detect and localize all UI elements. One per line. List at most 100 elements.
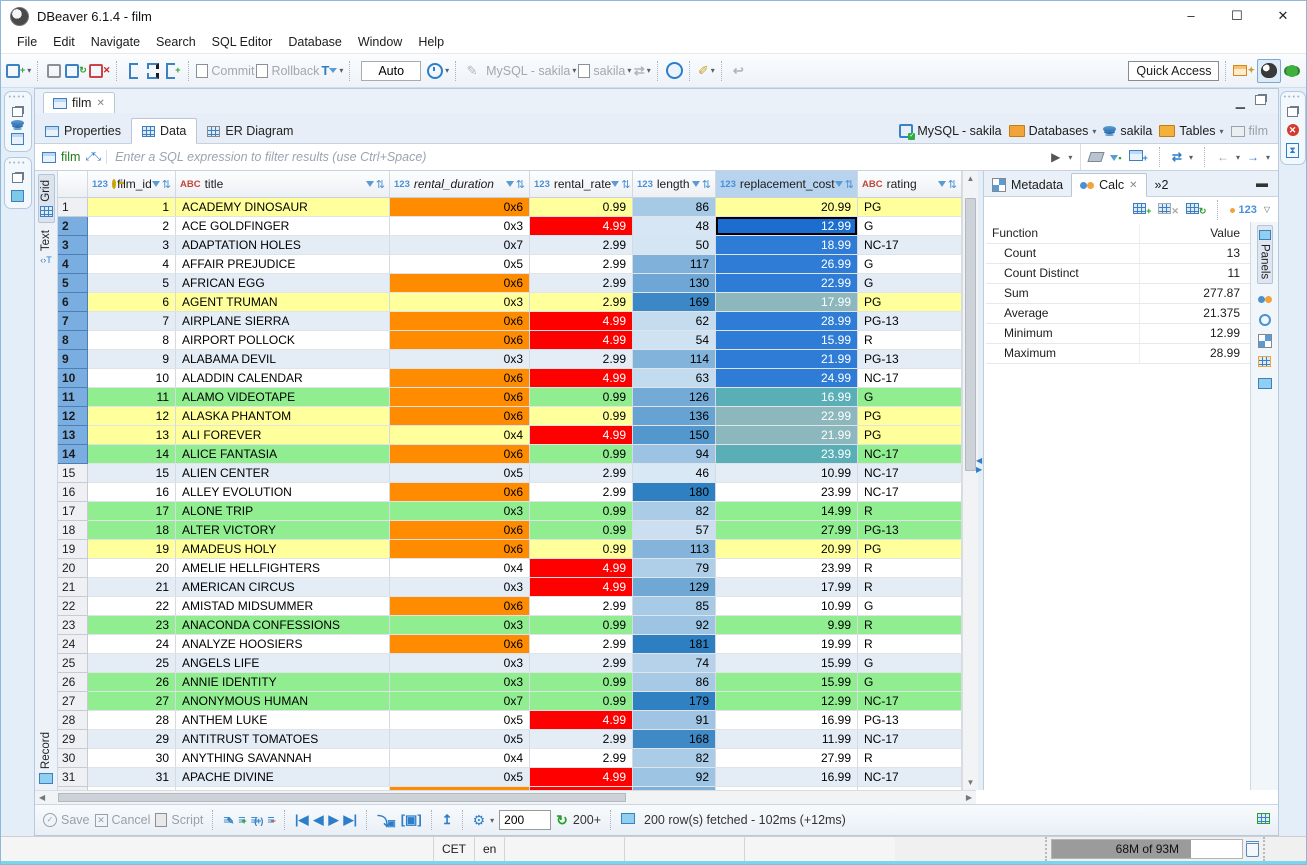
fetch-next-page-icon[interactable]: ⤵▣	[377, 811, 396, 830]
reconnect-icon[interactable]: ↻	[65, 61, 87, 81]
grid-cell[interactable]: NC-17	[858, 483, 962, 502]
grid-cell[interactable]: 15.99	[716, 673, 858, 692]
row-number[interactable]: 26	[58, 673, 88, 692]
tab-er-diagram[interactable]: ER Diagram	[197, 119, 303, 143]
grid-cell[interactable]: 0x3	[390, 293, 530, 312]
grid-cell[interactable]: 114	[633, 350, 716, 369]
grid-cell[interactable]: 4.99	[530, 369, 633, 388]
grid-cell[interactable]: 16.99	[716, 768, 858, 787]
row-number[interactable]: 9	[58, 350, 88, 369]
grid-cell[interactable]: 54	[633, 331, 716, 350]
grid-cell[interactable]: 0x6	[390, 521, 530, 540]
grid-cell[interactable]: 179	[633, 692, 716, 711]
filter-icon[interactable]	[938, 181, 946, 187]
transaction-mode-icon[interactable]	[124, 61, 142, 81]
menu-edit[interactable]: Edit	[45, 31, 83, 53]
minimize-editor-icon[interactable]: ▁	[1236, 95, 1245, 109]
grid-cell[interactable]: R	[858, 616, 962, 635]
record-mode-tab[interactable]: Record	[38, 727, 54, 789]
filter-icon[interactable]	[611, 181, 619, 187]
row-number[interactable]: 23	[58, 616, 88, 635]
scroll-up-icon[interactable]: ▲	[967, 171, 975, 186]
grid-cell[interactable]: 0x7	[390, 236, 530, 255]
breadcrumb-schema[interactable]: sakila	[1103, 124, 1152, 138]
grid-cell[interactable]: 4.99	[530, 331, 633, 350]
grid-cell[interactable]: 9	[88, 350, 176, 369]
grid-cell[interactable]: G	[858, 673, 962, 692]
row-number[interactable]: 24	[58, 635, 88, 654]
add-function-icon[interactable]: +	[1133, 203, 1151, 217]
panel-sash[interactable]: ◀▶	[978, 171, 983, 790]
grid-cell[interactable]: R	[858, 331, 962, 350]
grid-cell[interactable]: 86	[633, 198, 716, 217]
grid-cell[interactable]: 0x3	[390, 673, 530, 692]
grid-cell[interactable]: 19.99	[716, 635, 858, 654]
grid-cell[interactable]: 129	[633, 578, 716, 597]
function-row[interactable]: Maximum28.99	[986, 344, 1250, 364]
grid-cell[interactable]: 181	[633, 635, 716, 654]
menu-database[interactable]: Database	[280, 31, 350, 53]
grid-cell[interactable]: 0x5	[390, 255, 530, 274]
grid-cell[interactable]: 0x6	[390, 331, 530, 350]
grid-cell[interactable]: PG-13	[858, 711, 962, 730]
grid-cell[interactable]: 19	[88, 540, 176, 559]
grid-cell[interactable]: 0x6	[390, 274, 530, 293]
apply-filter-icon[interactable]: ▶	[1051, 150, 1060, 164]
grid-cell[interactable]: AGENT TRUMAN	[176, 293, 390, 312]
grid-cell[interactable]: 4.99	[530, 711, 633, 730]
refresh-functions-icon[interactable]: ↻	[1186, 203, 1207, 217]
auto-commit-button[interactable]: Auto	[361, 61, 421, 81]
grid-cell[interactable]: 74	[633, 654, 716, 673]
function-row[interactable]: Sum277.87	[986, 284, 1250, 304]
filter-input[interactable]: Enter a SQL expression to filter results…	[107, 150, 1043, 164]
grid-cell[interactable]: AMELIE HELLFIGHTERS	[176, 559, 390, 578]
grid-cell[interactable]: 27.99	[716, 521, 858, 540]
grid-cell[interactable]: ALASKA PHANTOM	[176, 407, 390, 426]
grid-cell[interactable]: 2.99	[530, 236, 633, 255]
grid-cell[interactable]: AMADEUS HOLY	[176, 540, 390, 559]
expand-filter-icon[interactable]: ⤢⤡	[85, 151, 99, 164]
disconnect-icon[interactable]: ✕	[89, 61, 111, 81]
grid-cell[interactable]: 6	[88, 293, 176, 312]
grid-cell[interactable]: ANACONDA CONFESSIONS	[176, 616, 390, 635]
tab-data[interactable]: Data	[131, 118, 197, 144]
filter-icon[interactable]	[835, 181, 843, 187]
grid-cell[interactable]: ANTHEM LUKE	[176, 711, 390, 730]
grid-cell[interactable]: 9.99	[716, 616, 858, 635]
row-number[interactable]: 16	[58, 483, 88, 502]
open-perspective-icon[interactable]: ✦	[1233, 61, 1255, 81]
grid-cell[interactable]: 26	[88, 673, 176, 692]
grid-cell[interactable]: 0x3	[390, 217, 530, 236]
tab-metadata[interactable]: Metadata	[984, 174, 1071, 196]
grid-cell[interactable]: AIRPLANE SIERRA	[176, 312, 390, 331]
sort-icon[interactable]: ⇅	[516, 178, 525, 191]
row-number[interactable]: 29	[58, 730, 88, 749]
row-number[interactable]: 31	[58, 768, 88, 787]
grid-cell[interactable]: 2.99	[530, 464, 633, 483]
grid-cell[interactable]: 0x6	[390, 483, 530, 502]
grid-cell[interactable]: 0.99	[530, 692, 633, 711]
grid-cell[interactable]: PG	[858, 426, 962, 445]
grid-cell[interactable]: 0x6	[390, 388, 530, 407]
grid-cell[interactable]: 180	[633, 483, 716, 502]
close-button[interactable]: ✕	[1260, 1, 1306, 31]
column-header-rating[interactable]: ABCrating⇅	[858, 171, 962, 197]
filter-icon[interactable]	[152, 181, 160, 187]
grid-cell[interactable]: 0x4	[390, 559, 530, 578]
first-row-icon[interactable]: |◀	[295, 812, 309, 828]
grid-cell[interactable]: 0x5	[390, 464, 530, 483]
tab-overflow[interactable]: »2	[1147, 174, 1177, 196]
grid-cell[interactable]: 62	[633, 312, 716, 331]
grid-cell[interactable]: 0x3	[390, 578, 530, 597]
grid-cell[interactable]: PG	[858, 407, 962, 426]
grid-cell[interactable]: ACADEMY DINOSAUR	[176, 198, 390, 217]
grid-cell[interactable]: 82	[633, 749, 716, 768]
function-row[interactable]: Minimum12.99	[986, 324, 1250, 344]
row-number[interactable]: 5	[58, 274, 88, 293]
tab-calc[interactable]: Calc ✕	[1071, 173, 1146, 197]
row-number[interactable]: 25	[58, 654, 88, 673]
grid-cell[interactable]: 0x6	[390, 445, 530, 464]
sort-icon[interactable]: ⇅	[702, 178, 711, 191]
panel-toggle-icon[interactable]	[1257, 813, 1270, 827]
row-number[interactable]: 10	[58, 369, 88, 388]
